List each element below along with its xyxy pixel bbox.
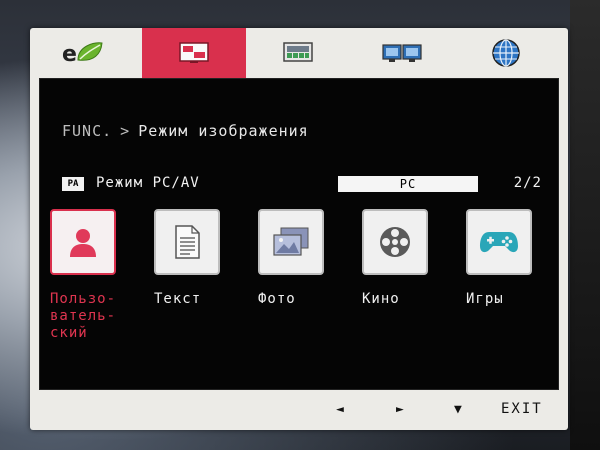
gamepad-icon bbox=[480, 232, 518, 253]
display-icon bbox=[283, 42, 313, 62]
pc-av-mode-row: PA Режим PC/AV PC 2/2 bbox=[62, 175, 542, 195]
down-arrow-button[interactable]: ▼ bbox=[454, 402, 462, 417]
photo-icon bbox=[273, 227, 309, 256]
page-indicator: 2/2 bbox=[513, 175, 542, 191]
left-arrow-button[interactable]: ◄ bbox=[336, 402, 344, 417]
breadcrumb-current: Режим изображения bbox=[138, 122, 309, 140]
svg-text:e: e bbox=[62, 42, 77, 66]
mode-tile-text[interactable] bbox=[154, 209, 220, 275]
mode-user[interactable]: Пользо- ватель- ский bbox=[50, 209, 140, 342]
pa-badge-icon: PA bbox=[62, 177, 84, 191]
dual-screen-icon bbox=[382, 44, 422, 62]
mode-tile-photo[interactable] bbox=[258, 209, 324, 275]
globe-icon bbox=[492, 39, 520, 67]
mode-text[interactable]: Текст bbox=[154, 209, 244, 308]
mode-label-text: Текст bbox=[154, 291, 202, 307]
tab-globe[interactable] bbox=[454, 28, 558, 78]
pc-av-mode-value[interactable]: PC bbox=[338, 176, 478, 192]
document-icon bbox=[175, 225, 200, 259]
osd-window: e FUNC. > Режим изображения PA Режим PC/… bbox=[30, 28, 568, 430]
film-reel-icon bbox=[380, 227, 410, 257]
mode-tile-games[interactable] bbox=[466, 209, 532, 275]
content-panel: FUNC. > Режим изображения PA Режим PC/AV P… bbox=[39, 78, 559, 390]
mode-tile-cinema[interactable] bbox=[362, 209, 428, 275]
right-arrow-button[interactable]: ► bbox=[396, 402, 404, 417]
picture-mode-list: Пользо- ватель- ский Текст Фото Кино Игр… bbox=[50, 209, 550, 359]
tab-eco[interactable]: e bbox=[30, 28, 134, 78]
tab-picture[interactable] bbox=[142, 28, 246, 78]
mode-games[interactable]: Игры bbox=[466, 209, 556, 308]
mode-label-user: Пользо- ватель- ский bbox=[50, 291, 117, 341]
eco-icon: e bbox=[62, 42, 103, 66]
user-icon bbox=[70, 229, 96, 257]
bottom-control-bar: ◄ ► ▼ EXIT bbox=[30, 394, 568, 430]
mode-photo[interactable]: Фото bbox=[258, 209, 348, 308]
mode-label-games: Игры bbox=[466, 291, 504, 307]
tab-bar: e bbox=[30, 28, 568, 78]
breadcrumb: FUNC. > Режим изображения bbox=[62, 122, 309, 140]
tab-display[interactable] bbox=[246, 28, 350, 78]
background-edge bbox=[570, 0, 600, 450]
breadcrumb-separator: > bbox=[120, 122, 131, 140]
mode-cinema[interactable]: Кино bbox=[362, 209, 452, 308]
pc-av-mode-label: Режим PC/AV bbox=[96, 175, 200, 191]
breadcrumb-root[interactable]: FUNC. bbox=[62, 122, 112, 140]
mode-label-photo: Фото bbox=[258, 291, 296, 307]
tab-dual-screen[interactable] bbox=[350, 28, 454, 78]
mode-tile-user[interactable] bbox=[50, 209, 116, 275]
picture-icon bbox=[179, 42, 209, 63]
exit-button[interactable]: EXIT bbox=[501, 401, 543, 417]
mode-label-cinema: Кино bbox=[362, 291, 400, 307]
